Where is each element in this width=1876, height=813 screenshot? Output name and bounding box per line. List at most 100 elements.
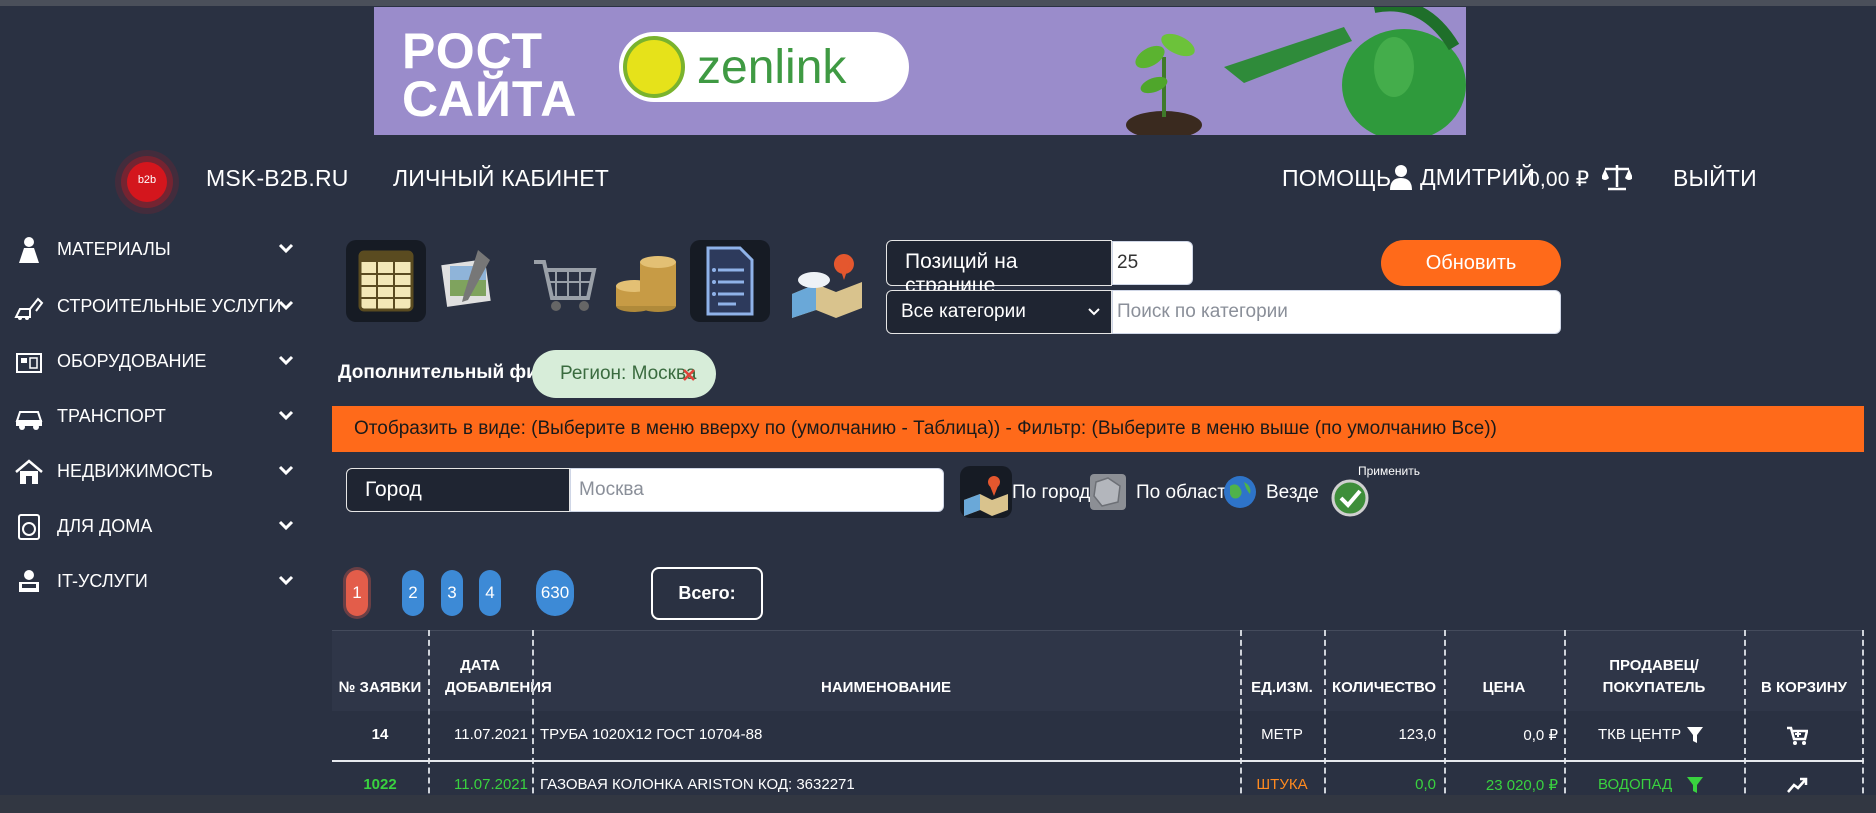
sidebar-item-label: IT-УСЛУГИ [57,571,148,591]
filter-icon[interactable] [1686,726,1704,744]
category-select-value: Все категории [901,301,1026,322]
region-filter-chip[interactable]: Регион: Москва [532,350,716,398]
logout-link[interactable]: ВЫЙТИ [1673,165,1757,192]
banner-headline-line2: САЙТА [402,71,578,127]
sidebar-item-label: МАТЕРИАЛЫ [57,239,171,259]
globe-icon[interactable] [1222,474,1258,510]
coins-view-button[interactable] [606,240,686,322]
trend-icon[interactable] [1786,776,1808,796]
col-header-cart[interactable]: В КОРЗИНУ [1744,631,1864,711]
row-seller[interactable]: ТКВ ЦЕНТР [1598,726,1681,743]
row-name[interactable]: ГАЗОВАЯ КОЛОНКА ARISTON КОД: 3632271 [540,776,855,793]
sidebar-item-materials[interactable]: МАТЕРИАЛЫ [0,230,300,270]
compare-scales-icon[interactable] [1602,163,1632,191]
personal-cabinet-link[interactable]: ЛИЧНЫЙ КАБИНЕТ [393,165,609,192]
map-view-icon [792,254,862,318]
zenlink-logo: zenlink [619,32,909,102]
sidebar-item-construction[interactable]: СТРОИТЕЛЬНЫЕ УСЛУГИ [0,287,300,327]
city-input-value: Москва [579,479,644,500]
category-search-input[interactable]: Поиск по категории [1112,290,1561,334]
materials-icon [19,237,39,263]
per-page-label: Позиций на странице [886,240,1112,297]
zenlink-logo-icon [623,36,685,98]
sidebar-item-label: ДЛЯ ДОМА [57,516,153,536]
by-city-button[interactable] [960,466,1012,518]
category-search-placeholder: Поиск по категории [1117,301,1288,322]
sidebar-item-realty[interactable]: НЕДВИЖИМОСТЬ [0,452,300,492]
car-icon [15,411,43,430]
sidebar-item-label: СТРОИТЕЛЬНЫЕ УСЛУГИ [57,296,282,316]
city-input[interactable]: Москва [570,468,944,512]
refresh-button[interactable]: Обновить [1381,240,1561,286]
user-name-link[interactable]: ДМИТРИЙ [1420,164,1535,191]
site-name-link[interactable]: MSK-B2B.RU [206,165,349,192]
coins-view-icon [616,256,676,312]
help-link[interactable]: ПОМОЩЬ [1282,165,1391,192]
house-icon [15,459,43,484]
sidebar-item-label: ОБОРУДОВАНИЕ [57,351,207,371]
row-qty: 0,0 [1415,776,1436,793]
everywhere-label[interactable]: Везде [1266,482,1319,504]
row-qty: 123,0 [1398,726,1436,743]
gallery-view-button[interactable] [428,240,508,322]
washer-icon [18,514,40,540]
document-view-button[interactable] [690,240,770,322]
page-button-3[interactable]: 3 [441,570,463,616]
banner-headline: РОСТ САЙТА [402,23,578,127]
category-select[interactable]: Все категории [886,290,1112,334]
ad-banner[interactable]: РОСТ САЙТА zenlink [374,7,1466,135]
col-header-price[interactable]: ЦЕНА [1444,631,1564,711]
cart-view-icon [534,260,597,311]
region-map-icon[interactable] [1088,472,1128,512]
row-unit: ШТУКА [1256,776,1308,793]
col-header-name[interactable]: НАИМЕНОВАНИЕ [532,631,1240,711]
table-view-button[interactable] [346,240,426,322]
sidebar-item-transport[interactable]: ТРАНСПОРТ [0,397,300,437]
table-header: № ЗАЯВКИ ДАТА ДОБАВЛЕНИЯ НАИМЕНОВАНИЕ ЕД… [332,630,1864,711]
col-header-unit[interactable]: ЕД.ИЗМ. [1240,631,1324,711]
cart-view-button[interactable] [522,240,602,322]
per-page-input[interactable] [1112,241,1193,285]
col-header-date-text: ДАТА ДОБАВЛЕНИЯ [445,657,552,696]
city-map-icon [964,476,1008,516]
col-header-qty[interactable]: КОЛИЧЕСТВО [1324,631,1444,711]
view-filter-notice-text: Отобразить в виде: (Выберите в меню ввер… [354,418,1497,439]
col-header-id[interactable]: № ЗАЯВКИ [332,631,428,711]
balance-value: 0,00 ₽ [1528,168,1590,191]
sidebar-item-home[interactable]: ДЛЯ ДОМА [0,507,300,547]
page-button-1[interactable]: 1 [346,570,368,616]
row-date: 11.07.2021 [454,726,528,743]
sidebar-item-equipment[interactable]: ОБОРУДОВАНИЕ [0,342,300,382]
chevron-down-icon [278,355,294,366]
col-header-date[interactable]: ДАТА ДОБАВЛЕНИЯ [428,631,552,711]
filter-icon[interactable] [1686,776,1704,794]
top-strip [0,0,1876,6]
document-view-icon [706,246,754,316]
close-icon[interactable] [682,368,696,382]
map-view-button[interactable] [786,240,866,322]
site-logo-text: b2b [137,174,157,186]
chevron-down-icon [278,520,294,531]
apply-check-icon[interactable] [1330,478,1370,518]
banner-headline-line1: РОСТ [402,23,543,79]
city-label: Город [346,468,570,512]
col-header-seller[interactable]: ПРОДАВЕЦ/ПОКУПАТЕЛЬ [1564,631,1744,711]
row-date: 11.07.2021 [454,776,528,793]
page-button-4[interactable]: 4 [479,570,501,616]
equipment-icon [16,353,42,373]
by-city-label[interactable]: По городу [1012,482,1100,504]
page-button-2[interactable]: 2 [402,570,424,616]
chevron-down-icon [278,575,294,586]
site-logo-icon[interactable]: b2b [127,162,167,202]
chevron-down-icon [1088,308,1100,316]
sidebar-item-it[interactable]: IT-УСЛУГИ [0,562,300,602]
table-row[interactable]: 14 11.07.2021 ТРУБА 1020Х12 ГОСТ 10704-8… [332,712,1864,760]
add-to-cart-icon[interactable] [1786,726,1808,746]
plant-sprout-icon [1126,33,1202,135]
row-name[interactable]: ТРУБА 1020Х12 ГОСТ 10704-88 [540,726,762,743]
zenlink-logo-text: zenlink [697,41,847,94]
row-seller[interactable]: ВОДОПАД [1598,776,1672,793]
page-button-last[interactable]: 630 [536,570,574,616]
row-id: 14 [371,726,389,743]
chevron-down-icon [278,300,294,311]
